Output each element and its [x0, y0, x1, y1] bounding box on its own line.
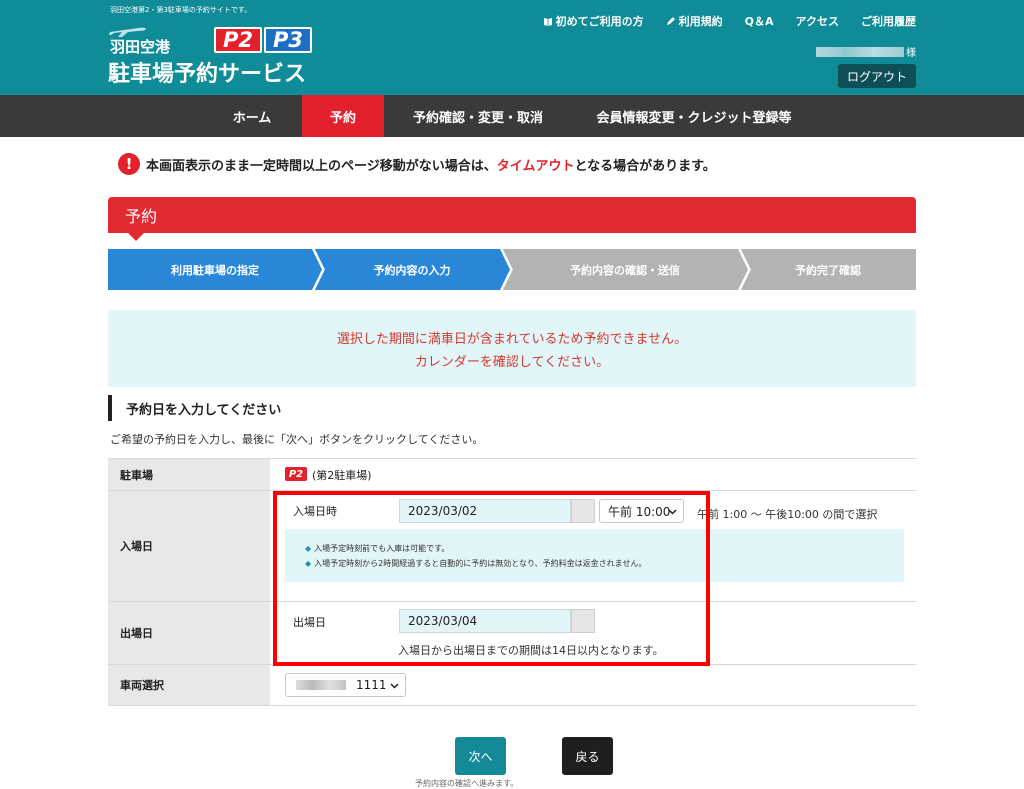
chevron-down-icon [390, 683, 399, 689]
section-title: 予約 [108, 197, 916, 233]
topnav-access-label: アクセス [795, 15, 839, 28]
p3-logo-badge: P3 [264, 27, 312, 53]
back-button[interactable]: 戻る [562, 737, 613, 775]
p2-badge: P2 [285, 467, 307, 481]
alert-line-1: 選択した期間に満車日が含まれているため予約できません。 [336, 331, 688, 347]
table-divider [108, 705, 916, 706]
user-suffix: 様 [906, 48, 916, 59]
progress-steps: 利用駐車場の指定 予約内容の入力 予約内容の確認・送信 予約完了確認 [108, 249, 916, 290]
highlight-box [273, 491, 710, 666]
logout-button[interactable]: ログアウト [838, 64, 916, 88]
topnav-first-time-label: 初めてご利用の方 [555, 15, 644, 28]
step-3-label: 予約内容の確認・送信 [570, 263, 680, 277]
topnav-qa-label: Q＆A [744, 15, 774, 28]
entry-row-label: 入場日 [108, 491, 270, 601]
tab-reservation-manage[interactable]: 予約確認・変更・取消 [400, 95, 556, 137]
banner-pointer [128, 233, 144, 241]
parking-value: (第2駐車場) [312, 469, 372, 482]
exit-row-label: 出場日 [108, 602, 270, 664]
top-navigation: 初めてご利用の方 利用規約 Q＆A アクセス ご利用履歴 [543, 13, 916, 29]
form-heading: 予約日を入力してください [108, 395, 281, 421]
topnav-history[interactable]: ご利用履歴 [861, 13, 916, 29]
entry-time-hint: 午前 1:00 ～ 午後10:00 の間で選択 [697, 508, 878, 521]
vehicle-row-label: 車両選択 [108, 665, 270, 705]
step-2: 予約内容の入力 [314, 249, 510, 290]
step-2-label: 予約内容の入力 [373, 263, 451, 277]
warning-text-post: となる場合があります。 [574, 158, 716, 174]
topnav-history-label: ご利用履歴 [861, 15, 916, 28]
step-3: 予約内容の確認・送信 [502, 249, 748, 290]
next-button[interactable]: 次へ [455, 737, 506, 775]
availability-alert: 選択した期間に満車日が含まれているため予約できません。 カレンダーを確認してくだ… [108, 310, 916, 387]
step-1: 利用駐車場の指定 [108, 249, 322, 290]
site-header: 羽田空港第2・第3駐車場の予約サイトです。 羽田空港 駐車場予約サービス P2 … [0, 0, 1024, 95]
tab-home[interactable]: ホーム [217, 95, 287, 137]
tab-reservation[interactable]: 予約 [302, 95, 384, 137]
book-icon [543, 18, 552, 26]
site-tagline: 羽田空港第2・第3駐車場の予約サイトです。 [110, 6, 252, 14]
topnav-first-time[interactable]: 初めてご利用の方 [543, 13, 644, 29]
step-1-label: 利用駐車場の指定 [171, 263, 259, 277]
p2-logo-badge: P2 [214, 27, 262, 53]
tab-member-info[interactable]: 会員情報変更・クレジット登録等 [588, 95, 800, 137]
logo-title: 駐車場予約サービス [108, 62, 307, 87]
main-navigation: ホーム 予約 予約確認・変更・取消 会員情報変更・クレジット登録等 [0, 95, 1024, 137]
form-instruction: ご希望の予約日を入力し、最後に「次へ」ボタンをクリックしてください。 [110, 433, 484, 446]
redacted-plate-blur [296, 680, 346, 690]
timeout-warning: ! 本画面表示のまま一定時間以上のページ移動がない場合は、タイムアウトとなる場合… [118, 153, 716, 175]
redacted-name [816, 46, 904, 57]
warning-text-highlight: タイムアウト [496, 158, 575, 174]
topnav-terms-label: 利用規約 [678, 15, 723, 28]
topnav-qa[interactable]: Q＆A [745, 13, 774, 29]
user-name: 様 [816, 44, 916, 59]
alert-line-2: カレンダーを確認してください。 [414, 354, 610, 370]
warning-text-pre: 本画面表示のまま一定時間以上のページ移動がない場合は、 [146, 158, 497, 174]
topnav-access[interactable]: アクセス [796, 13, 839, 29]
vehicle-value: 1111 [356, 678, 387, 692]
topnav-terms[interactable]: 利用規約 [666, 13, 723, 29]
parking-row-label: 駐車場 [108, 459, 270, 490]
exclamation-icon: ! [118, 153, 140, 175]
logo-subtitle: 羽田空港 [110, 38, 171, 56]
step-4: 予約完了確認 [740, 249, 916, 290]
step-4-label: 予約完了確認 [795, 263, 861, 277]
pencil-icon [666, 17, 675, 25]
